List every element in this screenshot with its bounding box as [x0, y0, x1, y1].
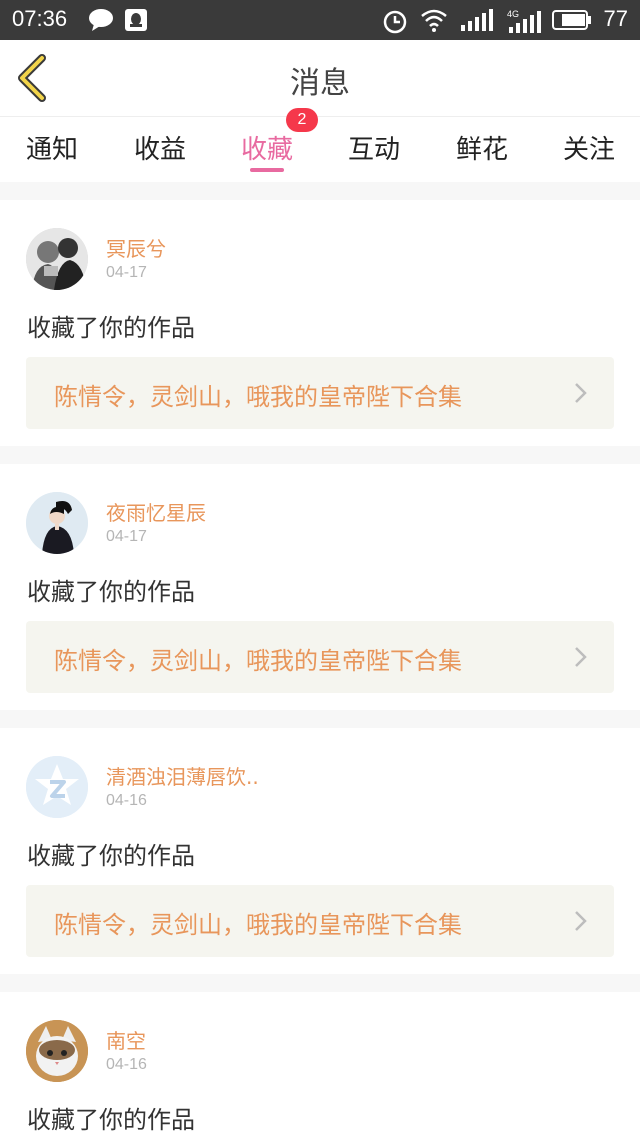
message-text: 收藏了你的作品 [27, 1106, 195, 1134]
message-card: 南空 04-16 收藏了你的作品 [0, 992, 640, 1138]
qq-icon [124, 8, 148, 36]
signal-icon [460, 8, 494, 36]
signal-4g-icon: 4G [506, 8, 542, 38]
message-card: 冥辰兮 04-17 收藏了你的作品 陈情令，灵剑山，哦我的皇帝陛下合集 [0, 200, 640, 446]
work-link[interactable]: 陈情令，灵剑山，哦我的皇帝陛下合集 [26, 357, 614, 429]
avatar[interactable] [26, 756, 88, 818]
unread-badge: 2 [286, 108, 318, 132]
message-date: 04-16 [106, 792, 147, 809]
svg-text:4G: 4G [507, 9, 519, 19]
chat-bubble-icon [88, 8, 114, 36]
message-text: 收藏了你的作品 [27, 578, 195, 606]
user-name[interactable]: 夜雨忆星辰 [106, 497, 206, 526]
tab-bar: 通知 收益 收藏 互动 鲜花 关注 [0, 116, 640, 182]
message-text: 收藏了你的作品 [27, 842, 195, 870]
status-bar: 07:36 4G 77 [0, 0, 640, 40]
work-title: 陈情令，灵剑山，哦我的皇帝陛下合集 [54, 383, 462, 411]
message-date: 04-16 [106, 1056, 147, 1073]
battery-level: 77 [603, 6, 628, 31]
avatar[interactable] [26, 492, 88, 554]
message-card: 夜雨忆星辰 04-17 收藏了你的作品 陈情令，灵剑山，哦我的皇帝陛下合集 [0, 464, 640, 710]
tab-flowers[interactable]: 鲜花 [456, 129, 508, 166]
message-card: 清酒浊泪薄唇饮.. 04-16 收藏了你的作品 陈情令，灵剑山，哦我的皇帝陛下合… [0, 728, 640, 974]
user-name[interactable]: 冥辰兮 [106, 233, 166, 262]
page-title: 消息 [290, 66, 350, 101]
avatar[interactable] [26, 228, 88, 290]
message-text: 收藏了你的作品 [27, 314, 195, 342]
wifi-icon [420, 8, 448, 36]
avatar[interactable] [26, 1020, 88, 1082]
tab-notifications[interactable]: 通知 [26, 129, 78, 166]
alarm-icon [382, 8, 408, 38]
work-link[interactable]: 陈情令，灵剑山，哦我的皇帝陛下合集 [26, 885, 614, 957]
status-time: 07:36 [12, 6, 68, 31]
header: 消息 [0, 40, 640, 116]
user-name[interactable]: 南空 [106, 1025, 146, 1054]
chevron-right-icon [575, 383, 587, 403]
tab-earnings[interactable]: 收益 [134, 129, 186, 166]
chevron-right-icon [575, 647, 587, 667]
default-avatar-icon [26, 756, 88, 818]
user-name[interactable]: 清酒浊泪薄唇饮.. [106, 761, 259, 790]
tab-favorites[interactable]: 收藏 [241, 129, 293, 166]
message-date: 04-17 [106, 264, 147, 281]
message-date: 04-17 [106, 528, 147, 545]
tab-interactions[interactable]: 互动 [348, 129, 400, 166]
chevron-right-icon [575, 911, 587, 931]
work-link[interactable]: 陈情令，灵剑山，哦我的皇帝陛下合集 [26, 621, 614, 693]
active-tab-indicator [250, 168, 284, 172]
work-title: 陈情令，灵剑山，哦我的皇帝陛下合集 [54, 911, 462, 939]
work-title: 陈情令，灵剑山，哦我的皇帝陛下合集 [54, 647, 462, 675]
tab-following[interactable]: 关注 [563, 129, 615, 166]
battery-icon [552, 8, 592, 36]
